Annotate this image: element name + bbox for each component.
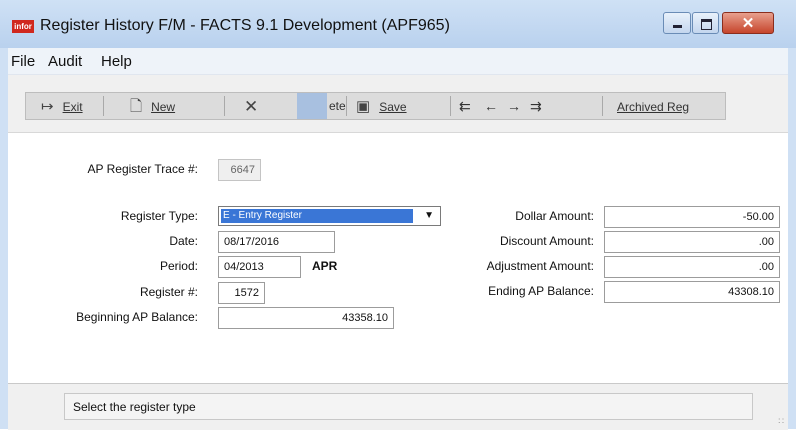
- status-message: Select the register type: [73, 400, 196, 414]
- status-bar: Select the register type ∷: [8, 383, 788, 430]
- close-button[interactable]: ✕: [722, 12, 774, 34]
- archived-reg-label: Archived Reg: [617, 99, 690, 114]
- new-button[interactable]: 🗋 New: [130, 93, 175, 119]
- maximize-icon: [701, 19, 712, 30]
- ending-balance-field: 43308.10: [604, 281, 780, 303]
- period-month: APR: [312, 259, 338, 273]
- resize-grip-icon[interactable]: ∷: [778, 416, 784, 427]
- toolbar-separator: [103, 96, 104, 116]
- period-label: Period:: [159, 259, 198, 273]
- toolbar-separator: [450, 96, 451, 116]
- exit-door-icon: ↦: [41, 97, 54, 115]
- dollar-amount-field[interactable]: -50.00: [604, 206, 780, 228]
- adjustment-amount-label: Adjustment Amount:: [486, 259, 594, 273]
- menu-audit[interactable]: Audit: [48, 53, 82, 70]
- previous-record-icon[interactable]: ←: [484, 93, 498, 119]
- toolbar-area: ↦ Exit 🗋 New ✕ ete ▣ Save ⇇ ← → ⇉ Archiv…: [8, 75, 788, 133]
- discount-amount-field[interactable]: .00: [604, 231, 780, 253]
- save-button[interactable]: ▣ Save: [356, 93, 407, 119]
- trace-label: AP Register Trace #:: [87, 162, 199, 176]
- title-bar[interactable]: infor Register History F/M - FACTS 9.1 D…: [0, 0, 796, 48]
- menu-file[interactable]: File: [11, 53, 35, 70]
- delete-button[interactable]: ✕: [244, 93, 267, 119]
- ending-balance-label: Ending AP Balance:: [488, 284, 594, 298]
- delete-x-icon: ✕: [244, 96, 259, 116]
- date-label: Date:: [169, 234, 198, 248]
- beginning-balance-field[interactable]: 43358.10: [218, 307, 394, 329]
- adjustment-amount-field[interactable]: .00: [604, 256, 780, 278]
- menu-bar: File Audit Help: [8, 48, 788, 75]
- client-area: File Audit Help ↦ Exit 🗋 New ✕ ete ▣ Sav…: [8, 48, 788, 430]
- first-record-icon[interactable]: ⇇: [459, 93, 471, 119]
- maximize-button[interactable]: [692, 12, 719, 34]
- exit-label: Exit: [62, 99, 83, 114]
- register-number-label: Register #:: [139, 285, 198, 299]
- floppy-disk-icon: ▣: [356, 97, 371, 115]
- delete-focus-highlight: [297, 93, 327, 119]
- discount-amount-label: Discount Amount:: [499, 234, 594, 248]
- period-field[interactable]: 04/2013: [218, 256, 301, 278]
- register-number-field[interactable]: 1572: [218, 282, 265, 304]
- delete-label: ete: [329, 99, 346, 113]
- app-window: infor Register History F/M - FACTS 9.1 D…: [0, 0, 796, 430]
- new-label: New: [151, 99, 176, 114]
- menu-help[interactable]: Help: [101, 53, 132, 70]
- last-record-icon[interactable]: ⇉: [530, 93, 542, 119]
- minimize-button[interactable]: [663, 12, 691, 34]
- close-icon: ✕: [741, 15, 755, 32]
- register-type-value: E - Entry Register: [221, 209, 413, 223]
- register-type-label: Register Type:: [120, 209, 198, 223]
- trace-field: 6647: [218, 159, 261, 181]
- archived-reg-button[interactable]: Archived Reg: [617, 93, 689, 119]
- form-panel: AP Register Trace #: 6647 Register Type:…: [8, 133, 788, 383]
- minimize-icon: [673, 25, 682, 28]
- beginning-balance-label: Beginning AP Balance:: [76, 310, 198, 324]
- toolbar-separator: [602, 96, 603, 116]
- window-title: Register History F/M - FACTS 9.1 Develop…: [40, 17, 450, 34]
- new-document-icon: 🗋: [130, 97, 143, 115]
- save-label: Save: [379, 99, 407, 114]
- toolbar: ↦ Exit 🗋 New ✕ ete ▣ Save ⇇ ← → ⇉ Archiv…: [25, 92, 726, 120]
- infor-logo-icon: infor: [12, 20, 34, 33]
- status-message-box: Select the register type: [64, 393, 753, 420]
- toolbar-separator: [346, 96, 347, 116]
- toolbar-separator: [224, 96, 225, 116]
- exit-button[interactable]: ↦ Exit: [41, 93, 83, 119]
- next-record-icon[interactable]: →: [507, 93, 521, 119]
- dollar-amount-label: Dollar Amount:: [515, 209, 594, 223]
- date-field[interactable]: 08/17/2016: [218, 231, 335, 253]
